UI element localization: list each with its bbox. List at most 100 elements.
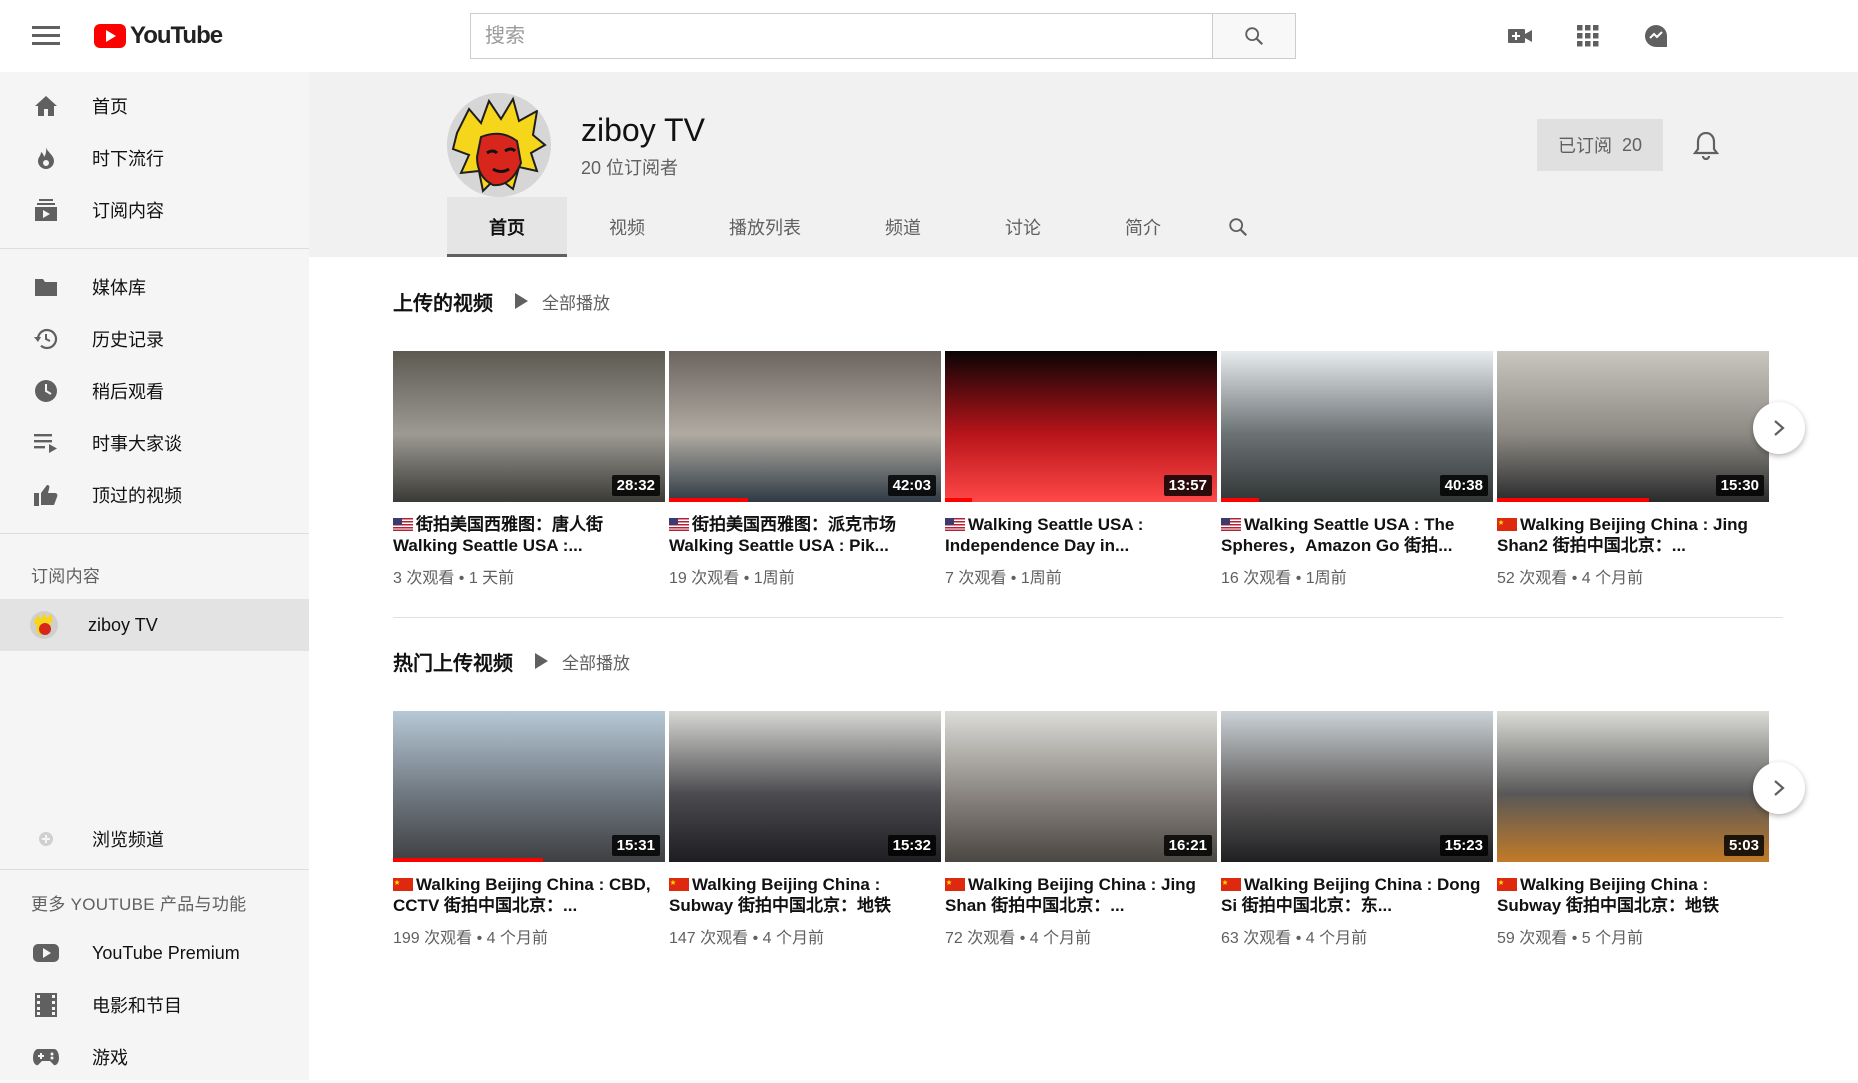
video-title-text: Walking Beijing China : Subway 街拍中国北京：地铁 [669,875,891,915]
video-duration: 15:23 [1439,835,1488,856]
us-flag-icon [945,518,965,531]
sidebar-item-library[interactable]: 媒体库 [0,261,309,313]
video-title[interactable]: Walking Beijing China : Jing Shan 街拍中国北京… [945,874,1217,916]
video-duration: 13:57 [1163,475,1212,496]
sidebar-item-home[interactable]: 首页 [0,80,309,132]
sidebar-item-playlist[interactable]: 时事大家谈 [0,417,309,469]
shelf: 热门上传视频 全部播放 15:31 Walking Beijing China :… [393,641,1805,947]
video-card[interactable]: 15:23 Walking Beijing China : Dong Si 街拍中… [1221,711,1493,948]
subscribed-label: 已订阅 [1557,136,1612,156]
sidebar-item-gaming[interactable]: 游戏 [0,1031,309,1083]
sidebar-item-movies-shows[interactable]: 电影和节目 [0,979,309,1031]
video-duration: 15:30 [1715,475,1764,496]
us-flag-icon [1221,518,1241,531]
tab-channels[interactable]: 频道 [843,197,963,257]
video-thumbnail[interactable]: 15:30 [1497,351,1769,502]
video-thumbnail[interactable]: 15:31 [393,711,665,862]
video-title[interactable]: 街拍美国西雅图：唐人街 Walking Seattle USA :... [393,514,665,556]
play-all-button[interactable]: 全部播放 [535,649,630,674]
video-title[interactable]: Walking Beijing China : Subway 街拍中国北京：地铁 [669,874,941,916]
tab-playlists[interactable]: 播放列表 [687,197,843,257]
youtube-logo[interactable]: YouTube [94,22,223,50]
next-arrow-button[interactable] [1753,402,1805,454]
video-card[interactable]: 15:32 Walking Beijing China : Subway 街拍中国… [669,711,941,948]
shelf: 上传的视频 全部播放 28:32 街拍美国西雅图：唐人街 Walking Seat… [393,281,1805,587]
video-card[interactable]: 28:32 街拍美国西雅图：唐人街 Walking Seattle USA :..… [393,351,665,588]
video-title[interactable]: Walking Beijing China : Dong Si 街拍中国北京：东… [1221,874,1493,916]
tab-discussion[interactable]: 讨论 [963,197,1083,257]
sidebar-item-ziboy-tv[interactable]: ziboy TV [0,599,309,651]
channel-tabs: 首页 视频 播放列表 频道 讨论 简介 [447,197,1273,257]
video-title-text: Walking Beijing China : CBD, CCTV 街拍中国北京… [393,875,651,915]
sidebar-item-subscriptions[interactable]: 订阅内容 [0,184,309,236]
sidebar-item-youtube-premium[interactable]: YouTube Premium [0,927,309,979]
video-meta: 52 次观看 • 4 个月前 [1497,570,1644,587]
video-title[interactable]: Walking Seattle USA : The Spheres，Amazon… [1221,514,1493,556]
search-input[interactable] [470,13,1212,59]
watch-progress-bar [669,498,748,502]
china-flag-icon [945,878,965,891]
video-card[interactable]: 15:30 Walking Beijing China : Jing Shan2 … [1497,351,1769,588]
sidebar-divider [0,248,309,249]
video-card[interactable]: 40:38 Walking Seattle USA : The Spheres，A… [1221,351,1493,588]
video-title[interactable]: Walking Seattle USA : Independence Day i… [945,514,1217,556]
video-thumbnail[interactable]: 5:03 [1497,711,1769,862]
us-flag-icon [669,518,689,531]
video-title-text: Walking Beijing China : Dong Si 街拍中国北京：东… [1221,875,1481,915]
video-meta: 72 次观看 • 4 个月前 [945,930,1092,947]
tab-home[interactable]: 首页 [447,197,567,257]
sidebar: 首页 时下流行 订阅内容 媒体库 历史记录 稍后观看 时事大家谈 顶过的视频 订… [0,72,309,1080]
video-title[interactable]: Walking Beijing China : Subway 街拍中国北京：地铁 [1497,874,1769,916]
video-thumbnail[interactable]: 42:03 [669,351,941,502]
channel-search-icon[interactable] [1203,197,1273,257]
video-title[interactable]: Walking Beijing China : Jing Shan2 街拍中国北… [1497,514,1769,556]
playlist-icon [32,429,60,457]
video-card[interactable]: 42:03 街拍美国西雅图：派克市场 Walking Seattle USA : … [669,351,941,588]
video-title[interactable]: 街拍美国西雅图：派克市场 Walking Seattle USA : Pik..… [669,514,941,556]
video-thumbnail[interactable]: 28:32 [393,351,665,502]
video-thumbnail[interactable]: 16:21 [945,711,1217,862]
tab-videos[interactable]: 视频 [567,197,687,257]
fire-icon [32,144,60,172]
video-meta: 199 次观看 • 4 个月前 [393,930,548,947]
video-thumbnail[interactable]: 15:32 [669,711,941,862]
video-title-text: Walking Beijing China : Subway 街拍中国北京：地铁 [1497,875,1719,915]
video-card[interactable]: 13:57 Walking Seattle USA : Independence … [945,351,1217,588]
channel-name: ziboy TV [581,112,705,148]
sidebar-item-trending[interactable]: 时下流行 [0,132,309,184]
sidebar-item-history[interactable]: 历史记录 [0,313,309,365]
search-button[interactable] [1212,13,1296,59]
shelf-title[interactable]: 热门上传视频 [393,647,513,676]
create-video-icon[interactable] [1506,22,1534,50]
video-thumbnail[interactable]: 15:23 [1221,711,1493,862]
sidebar-item-browse-channels[interactable]: 浏览频道 [0,813,309,865]
top-bar: YouTube [0,0,1858,72]
play-all-label: 全部播放 [562,653,630,673]
video-thumbnail[interactable]: 13:57 [945,351,1217,502]
video-meta: 3 次观看 • 1 天前 [393,570,515,587]
next-arrow-button[interactable] [1753,762,1805,814]
video-card[interactable]: 5:03 Walking Beijing China : Subway 街拍中国北… [1497,711,1769,948]
sidebar-item-liked-videos[interactable]: 顶过的视频 [0,469,309,521]
video-title-text: 街拍美国西雅图：唐人街 Walking Seattle USA :... [393,515,603,555]
hamburger-menu-icon[interactable] [30,22,62,50]
tab-about[interactable]: 简介 [1083,197,1203,257]
video-thumbnail[interactable]: 40:38 [1221,351,1493,502]
sidebar-item-watch-later[interactable]: 稍后观看 [0,365,309,417]
subscribed-button[interactable]: 已订阅 20 [1537,119,1663,171]
thumbs-up-icon [32,481,60,509]
video-title[interactable]: Walking Beijing China : CBD, CCTV 街拍中国北京… [393,874,665,916]
messages-icon[interactable] [1642,22,1670,50]
video-card[interactable]: 15:31 Walking Beijing China : CBD, CCTV 街… [393,711,665,948]
video-duration: 5:03 [1723,835,1764,856]
bell-icon[interactable] [1692,130,1721,161]
sidebar-item-label: 媒体库 [92,278,146,298]
channel-header: ziboy TV 20 位订阅者 已订阅 20 首页 视频 播放列表 频道 讨论… [309,72,1858,257]
play-all-button[interactable]: 全部播放 [515,289,610,314]
video-card[interactable]: 16:21 Walking Beijing China : Jing Shan 街… [945,711,1217,948]
sidebar-item-label: 顶过的视频 [92,486,182,506]
shelf-divider [393,617,1783,618]
shelf-title[interactable]: 上传的视频 [393,287,493,316]
apps-grid-icon[interactable] [1574,22,1602,50]
channel-avatar[interactable] [447,93,551,197]
